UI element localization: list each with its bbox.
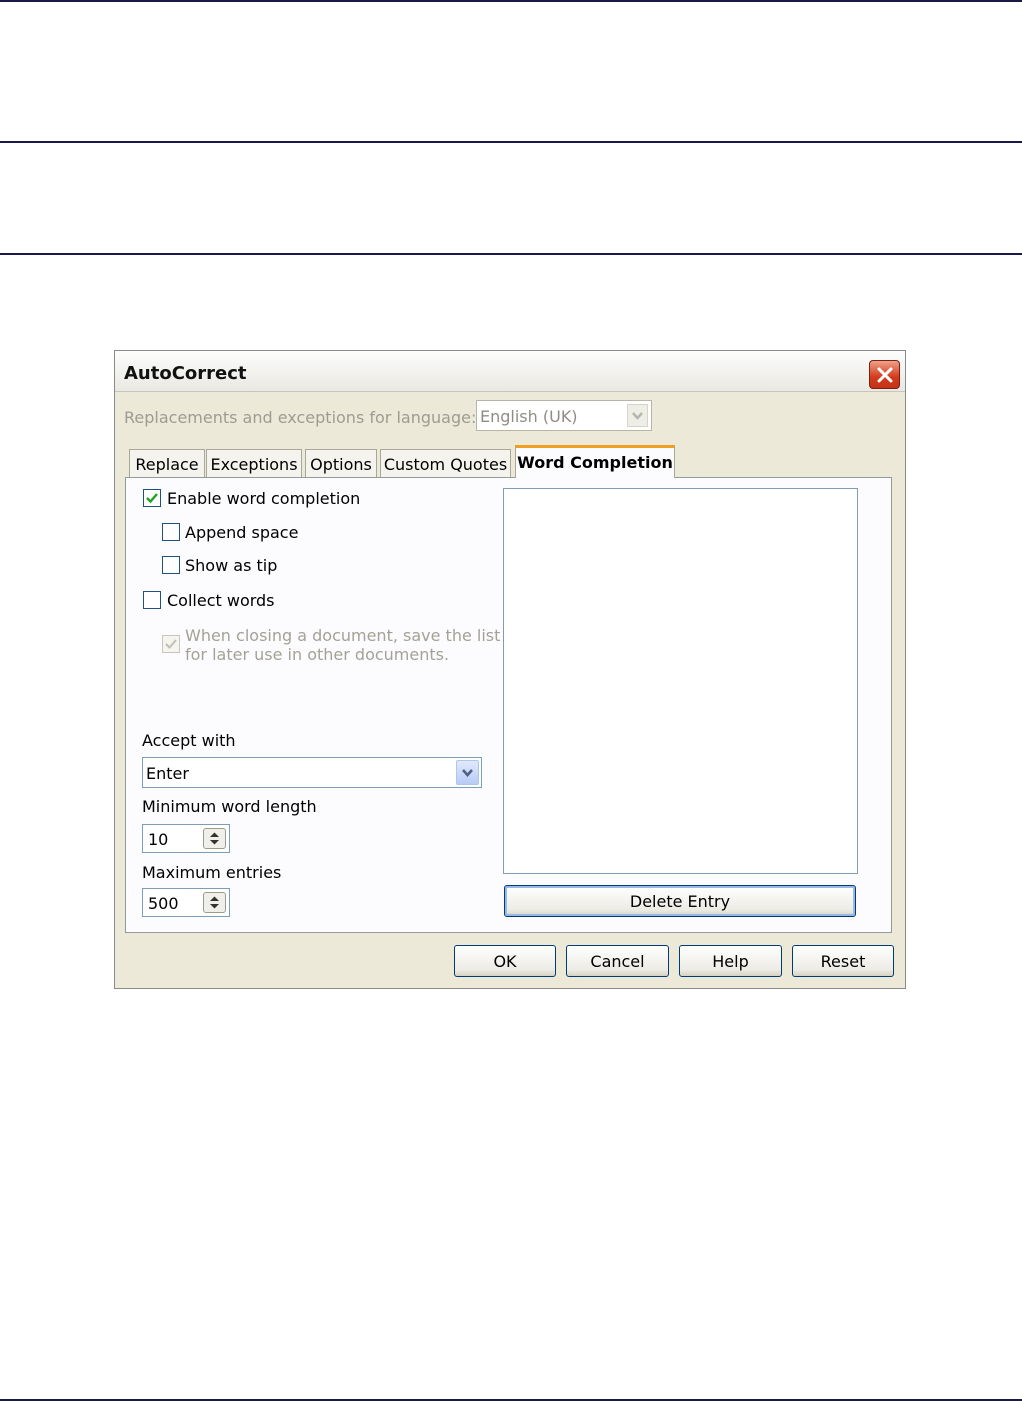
word-completion-panel: Enable word completion Append space Show…	[125, 477, 892, 933]
autocorrect-dialog: AutoCorrect Replacements and exceptions …	[114, 350, 906, 989]
accept-with-dropdown-arrow[interactable]	[456, 760, 479, 785]
spin-buttons[interactable]	[203, 828, 226, 849]
tab-exceptions[interactable]: Exceptions	[206, 449, 302, 477]
cancel-label: Cancel	[590, 952, 645, 971]
max-entries-label: Maximum entries	[142, 863, 282, 882]
show-as-tip-label: Show as tip	[185, 556, 278, 575]
tab-custom-quotes[interactable]: Custom Quotes	[380, 449, 511, 477]
tab-label: Options	[310, 455, 372, 474]
language-value: English (UK)	[480, 407, 578, 426]
dialog-title: AutoCorrect	[124, 363, 247, 384]
word-list[interactable]	[503, 488, 858, 874]
show-as-tip-checkbox[interactable]	[162, 556, 180, 574]
reset-button[interactable]: Reset	[792, 945, 894, 977]
section-rule	[0, 141, 1022, 143]
close-button[interactable]	[869, 360, 900, 389]
save-list-checkbox[interactable]	[162, 635, 180, 653]
tab-label: Exceptions	[210, 455, 298, 474]
delete-entry-label: Delete Entry	[629, 892, 731, 911]
min-word-length-stepper[interactable]: 10	[142, 824, 230, 853]
collect-words-label: Collect words	[167, 591, 275, 610]
checkmark-icon	[165, 639, 177, 649]
dialog-titlebar[interactable]: AutoCorrect	[115, 351, 905, 392]
close-icon	[877, 367, 893, 383]
tab-word-completion[interactable]: Word Completion	[515, 445, 675, 478]
language-dropdown-arrow	[627, 404, 648, 427]
tab-label: Replace	[135, 455, 199, 474]
save-list-label-line2: for later use in other documents.	[185, 645, 450, 664]
tab-replace[interactable]: Replace	[129, 449, 205, 477]
reset-label: Reset	[820, 952, 866, 971]
min-word-length-value: 10	[148, 830, 169, 849]
language-select: English (UK)	[476, 400, 652, 431]
tab-label: Word Completion	[517, 453, 673, 472]
tab-label: Custom Quotes	[383, 455, 508, 474]
cancel-button[interactable]: Cancel	[566, 945, 669, 977]
collect-words-checkbox[interactable]	[143, 591, 161, 609]
append-space-checkbox[interactable]	[162, 523, 180, 541]
accept-with-select[interactable]: Enter	[142, 757, 482, 788]
append-space-label: Append space	[185, 523, 299, 542]
delete-entry-button[interactable]: Delete Entry	[504, 885, 856, 917]
save-list-label-line1: When closing a document, save the list	[185, 626, 501, 645]
page-footer-rule	[0, 1399, 1022, 1401]
max-entries-stepper[interactable]: 500	[142, 888, 230, 917]
chevron-down-icon	[462, 769, 473, 777]
spin-arrows-icon	[210, 832, 219, 845]
enable-word-completion-label: Enable word completion	[167, 489, 361, 508]
section-rule	[0, 253, 1022, 255]
help-label: Help	[712, 952, 749, 971]
tab-options[interactable]: Options	[305, 449, 377, 477]
checkmark-icon	[146, 493, 158, 504]
chevron-down-icon	[632, 412, 643, 420]
enable-word-completion-checkbox[interactable]	[143, 489, 161, 507]
language-label: Replacements and exceptions for language…	[124, 408, 477, 427]
accept-with-label: Accept with	[142, 731, 236, 750]
max-entries-value: 500	[148, 894, 179, 913]
spin-arrows-icon	[210, 896, 219, 909]
ok-label: OK	[493, 952, 517, 971]
min-word-length-label: Minimum word length	[142, 797, 317, 816]
ok-button[interactable]: OK	[454, 945, 556, 977]
accept-with-value: Enter	[146, 764, 189, 783]
help-button[interactable]: Help	[679, 945, 782, 977]
page-header-rule	[0, 0, 1022, 2]
spin-buttons[interactable]	[203, 892, 226, 913]
